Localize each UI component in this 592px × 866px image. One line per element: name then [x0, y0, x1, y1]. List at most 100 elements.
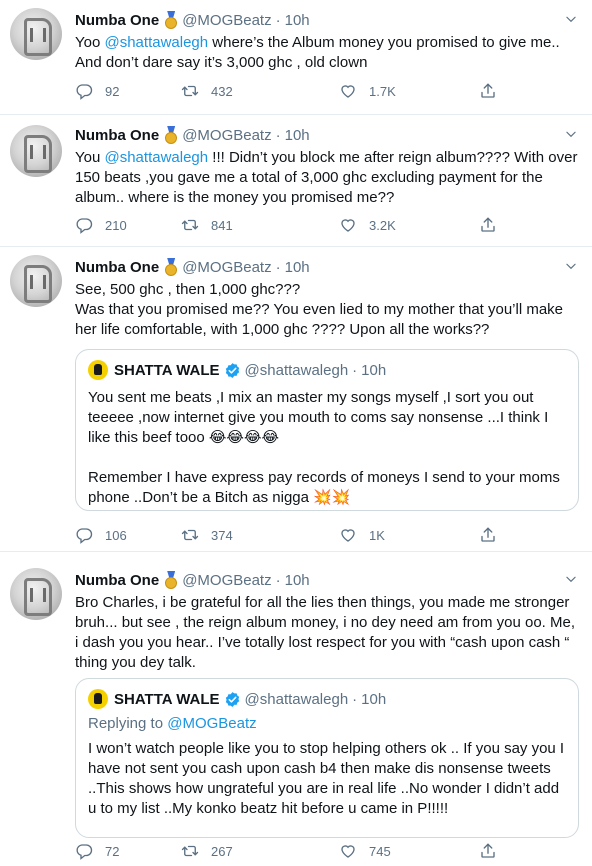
reply-icon: [75, 526, 93, 544]
avatar[interactable]: [10, 125, 62, 177]
like-button[interactable]: 745: [339, 841, 391, 861]
verified-badge-icon: [224, 362, 241, 379]
reply-button[interactable]: 72: [75, 841, 119, 861]
retweet-icon: [181, 216, 199, 234]
separator-dot: ·: [275, 258, 281, 276]
quoted-timestamp: 10h: [361, 690, 387, 708]
quoted-author-handle: @shattawalegh: [244, 361, 349, 379]
retweet-count: 432: [211, 83, 233, 99]
avatar[interactable]: [10, 568, 62, 620]
timestamp[interactable]: 10h: [285, 12, 310, 29]
separator-dot: ·: [275, 126, 281, 144]
chevron-down-icon[interactable]: [564, 572, 578, 586]
avatar[interactable]: [10, 255, 62, 307]
retweet-button[interactable]: 374: [181, 525, 233, 545]
verified-badge-icon: [224, 691, 241, 708]
tweet-header: Numba One @MOGBeatz · 10h: [75, 10, 310, 30]
quoted-author-name: SHATTA WALE: [114, 690, 220, 708]
reply-count: 92: [105, 83, 120, 99]
mention-link[interactable]: @shattawalegh: [104, 34, 208, 51]
action-bar: 210 841 3.2K: [75, 215, 515, 235]
retweet-count: 841: [211, 217, 233, 233]
quoted-tweet[interactable]: SHATTA WALE @shattawalegh · 10h You sent…: [75, 349, 579, 511]
quoted-tweet-header: SHATTA WALE @shattawalegh · 10h: [88, 360, 386, 380]
quoted-tweet-text: I won’t watch people like you to stop he…: [88, 740, 565, 817]
tweet[interactable]: Numba One @MOGBeatz · 10h You @shattawal…: [0, 115, 592, 247]
tweet[interactable]: Numba One @MOGBeatz · 10h See, 500 ghc ,…: [0, 247, 592, 552]
tweet[interactable]: Numba One @MOGBeatz · 10h Yoo @shattawal…: [0, 0, 592, 115]
share-button[interactable]: [479, 841, 509, 861]
share-button[interactable]: [479, 215, 509, 235]
tweet-text: You @shattawalegh !!! Didn’t you block m…: [75, 148, 580, 208]
heart-icon: [339, 526, 357, 544]
quoted-author-handle: @shattawalegh: [244, 690, 349, 708]
reply-count: 72: [105, 843, 120, 859]
reply-button[interactable]: 92: [75, 81, 119, 101]
author-name[interactable]: Numba One: [75, 259, 159, 276]
chevron-down-icon[interactable]: [564, 12, 578, 26]
reply-button[interactable]: 210: [75, 215, 127, 235]
chevron-down-icon[interactable]: [564, 127, 578, 141]
medal-icon: [164, 11, 178, 29]
avatar: [88, 360, 108, 380]
quoted-tweet[interactable]: SHATTA WALE @shattawalegh · 10h Replying…: [75, 678, 579, 838]
like-button[interactable]: 1K: [339, 525, 385, 545]
retweet-button[interactable]: 432: [181, 81, 233, 101]
author-handle[interactable]: @MOGBeatz: [182, 127, 271, 144]
tweet-text: Bro Charles, i be grateful for all the l…: [75, 594, 575, 671]
medal-icon: [164, 258, 178, 276]
like-count: 3.2K: [369, 217, 396, 233]
retweet-count: 374: [211, 527, 233, 543]
author-name[interactable]: Numba One: [75, 12, 159, 29]
tweet-text: See, 500 ghc , then 1,000 ghc??? Was tha…: [75, 281, 564, 338]
share-icon: [479, 526, 497, 544]
avatar: [88, 689, 108, 709]
retweet-button[interactable]: 267: [181, 841, 233, 861]
timestamp[interactable]: 10h: [285, 259, 310, 276]
tweet-text-part: You: [75, 149, 105, 166]
medal-icon: [164, 571, 178, 589]
reply-button[interactable]: 106: [75, 525, 127, 545]
author-name[interactable]: Numba One: [75, 127, 159, 144]
tweet-header: Numba One @MOGBeatz · 10h: [75, 125, 310, 145]
retweet-icon: [181, 842, 199, 860]
author-handle[interactable]: @MOGBeatz: [182, 12, 271, 29]
chevron-down-icon[interactable]: [564, 259, 578, 273]
separator-dot: ·: [275, 11, 281, 29]
tweet[interactable]: Numba One @MOGBeatz · 10h Bro Charles, i…: [0, 560, 592, 866]
author-handle[interactable]: @MOGBeatz: [182, 259, 271, 276]
quoted-tweet-text: You sent me beats ,I mix an master my so…: [88, 389, 560, 506]
reply-icon: [75, 216, 93, 234]
replying-to-label: Replying to: [88, 715, 168, 732]
retweet-button[interactable]: 841: [181, 215, 233, 235]
like-count: 1.7K: [369, 83, 396, 99]
timestamp[interactable]: 10h: [285, 127, 310, 144]
author-handle[interactable]: @MOGBeatz: [182, 572, 271, 589]
share-button[interactable]: [479, 525, 509, 545]
retweet-icon: [181, 82, 199, 100]
tweet-header: Numba One @MOGBeatz · 10h: [75, 257, 310, 277]
timestamp[interactable]: 10h: [285, 572, 310, 589]
tweet-text-part: Yoo: [75, 34, 105, 51]
replying-to-link[interactable]: @MOGBeatz: [167, 715, 256, 732]
avatar[interactable]: [10, 8, 62, 60]
heart-icon: [339, 216, 357, 234]
reply-count: 210: [105, 217, 127, 233]
retweet-count: 267: [211, 843, 233, 859]
share-button[interactable]: [479, 81, 509, 101]
like-button[interactable]: 1.7K: [339, 81, 396, 101]
action-bar: 72 267 745: [75, 841, 515, 861]
medal-icon: [164, 126, 178, 144]
mention-link[interactable]: @shattawalegh: [104, 149, 208, 166]
reply-count: 106: [105, 527, 127, 543]
reply-icon: [75, 82, 93, 100]
tweet-text: Yoo @shattawalegh where’s the Album mone…: [75, 33, 580, 73]
like-count: 1K: [369, 527, 385, 543]
quoted-author-name: SHATTA WALE: [114, 361, 220, 379]
separator-dot: ·: [352, 690, 358, 708]
reply-icon: [75, 842, 93, 860]
replying-to: Replying to @MOGBeatz: [88, 715, 257, 732]
like-button[interactable]: 3.2K: [339, 215, 396, 235]
author-name[interactable]: Numba One: [75, 572, 159, 589]
share-icon: [479, 842, 497, 860]
